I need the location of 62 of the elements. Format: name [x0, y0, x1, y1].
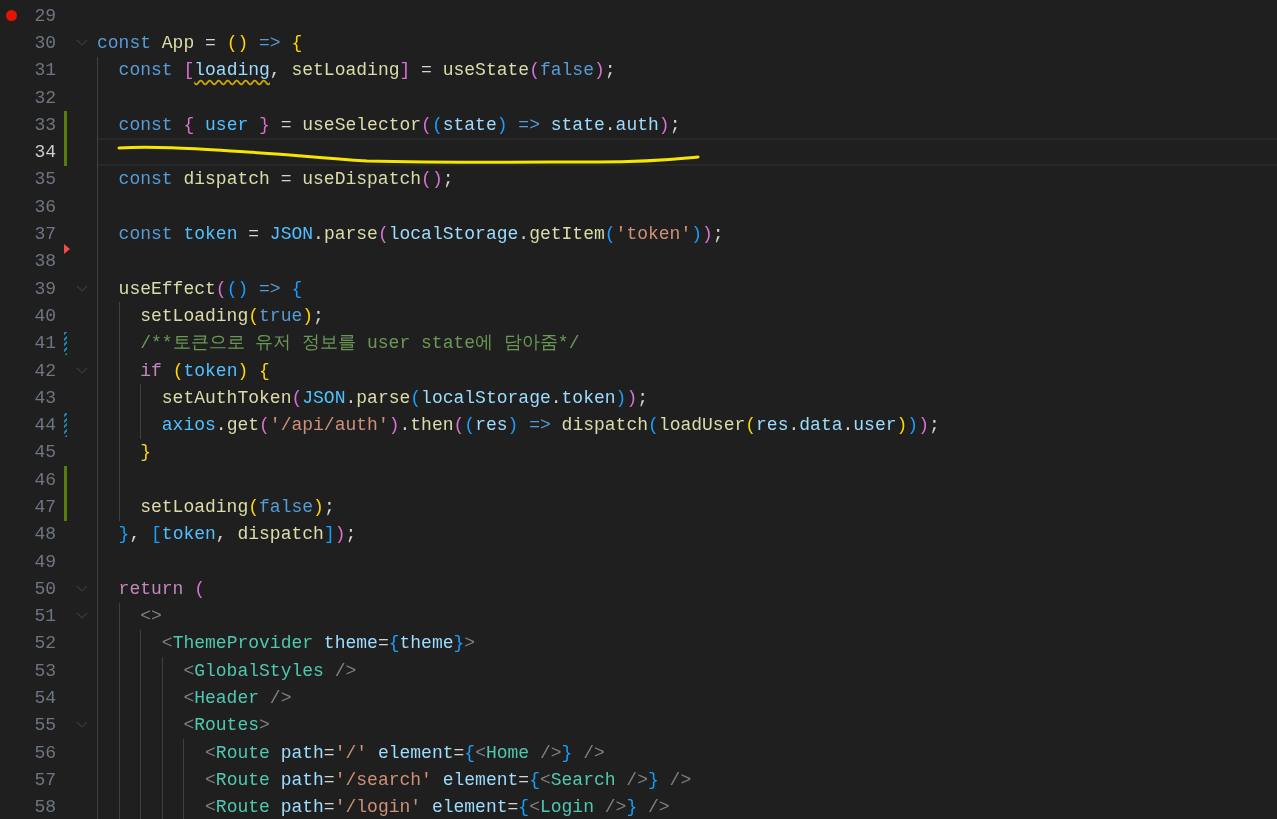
chevron-down-icon[interactable]	[76, 584, 88, 593]
line-number: 47	[33, 498, 56, 516]
code-line: <Route path='/search' element={<Search />} />	[204, 770, 692, 789]
change-bar[interactable]	[64, 413, 67, 437]
code-line: const dispatch = useDispatch();	[117, 170, 454, 189]
code-line: setLoading(true);	[139, 306, 324, 325]
code-line: <>	[139, 607, 162, 626]
code-line: useEffect(() => {	[117, 279, 303, 298]
chevron-down-icon[interactable]	[76, 284, 88, 293]
code-line: const token = JSON.parse(localStorage.getItem('token'));	[117, 225, 724, 243]
line-number: 36	[33, 197, 56, 216]
code-line: <Routes>	[182, 716, 270, 735]
line-number: 44	[33, 416, 56, 435]
code-line: <Route path='/' element={<Home />} />	[204, 743, 605, 762]
line-number: 39	[33, 279, 56, 298]
code-line: <Header />	[182, 689, 292, 708]
line-number: 55	[33, 716, 56, 735]
line-number: 38	[33, 252, 56, 271]
chevron-down-icon[interactable]	[76, 366, 88, 375]
code-line: <Route path='/login' element={<Login />} />	[204, 798, 670, 817]
line-number: 46	[33, 470, 56, 489]
line-number: 45	[33, 443, 56, 462]
line-number: 43	[33, 388, 56, 407]
code-line: axios.get('/api/auth').then((res) => dispatch(loadUser(res.data.user)));	[160, 416, 940, 435]
line-number: 30	[33, 33, 56, 52]
code-line: if (token) {	[139, 361, 270, 380]
line-number: 52	[33, 634, 56, 653]
line-number: 35	[33, 170, 56, 189]
code-line: <GlobalStyles />	[182, 661, 357, 680]
code-line: return (	[117, 579, 206, 598]
line-number: 50	[33, 579, 56, 598]
line-number: 54	[33, 689, 56, 708]
deleted-marker-icon[interactable]	[64, 243, 70, 254]
code-line: const [loading, setLoading] = useState(false);	[117, 61, 616, 80]
line-number: 57	[33, 770, 56, 789]
code-line: setAuthToken(JSON.parse(localStorage.token));	[160, 388, 648, 407]
chevron-down-icon[interactable]	[76, 38, 88, 47]
line-number: 56	[33, 743, 56, 762]
change-bar[interactable]	[64, 331, 67, 355]
code-line: const { user } = useSelector((state) => state.auth);	[117, 115, 681, 134]
code-line: /**토큰으로 유저 정보를 user state에 담아줌*/	[139, 334, 580, 353]
chevron-down-icon[interactable]	[76, 721, 88, 730]
line-number: 41	[33, 334, 56, 353]
chevron-down-icon[interactable]	[76, 612, 88, 621]
line-number: 32	[33, 88, 56, 107]
line-number: 34	[33, 143, 56, 162]
line-number: 40	[33, 306, 56, 325]
line-number: 51	[33, 607, 56, 626]
code-line: }, [token, dispatch]);	[117, 525, 357, 544]
code-line: }	[139, 443, 151, 462]
line-number: 49	[33, 552, 56, 571]
line-number: 29	[33, 6, 56, 25]
code-line: const App = () => {	[97, 33, 303, 52]
line-number: 53	[33, 661, 56, 680]
code-line: setLoading(false);	[139, 498, 335, 516]
line-number: 31	[33, 61, 56, 80]
line-number: 48	[33, 525, 56, 544]
line-number: 42	[33, 361, 56, 380]
code-line: <ThemeProvider theme={theme}>	[160, 634, 476, 653]
line-number: 37	[33, 225, 56, 243]
line-number: 58	[33, 798, 56, 817]
line-number: 33	[33, 115, 56, 134]
